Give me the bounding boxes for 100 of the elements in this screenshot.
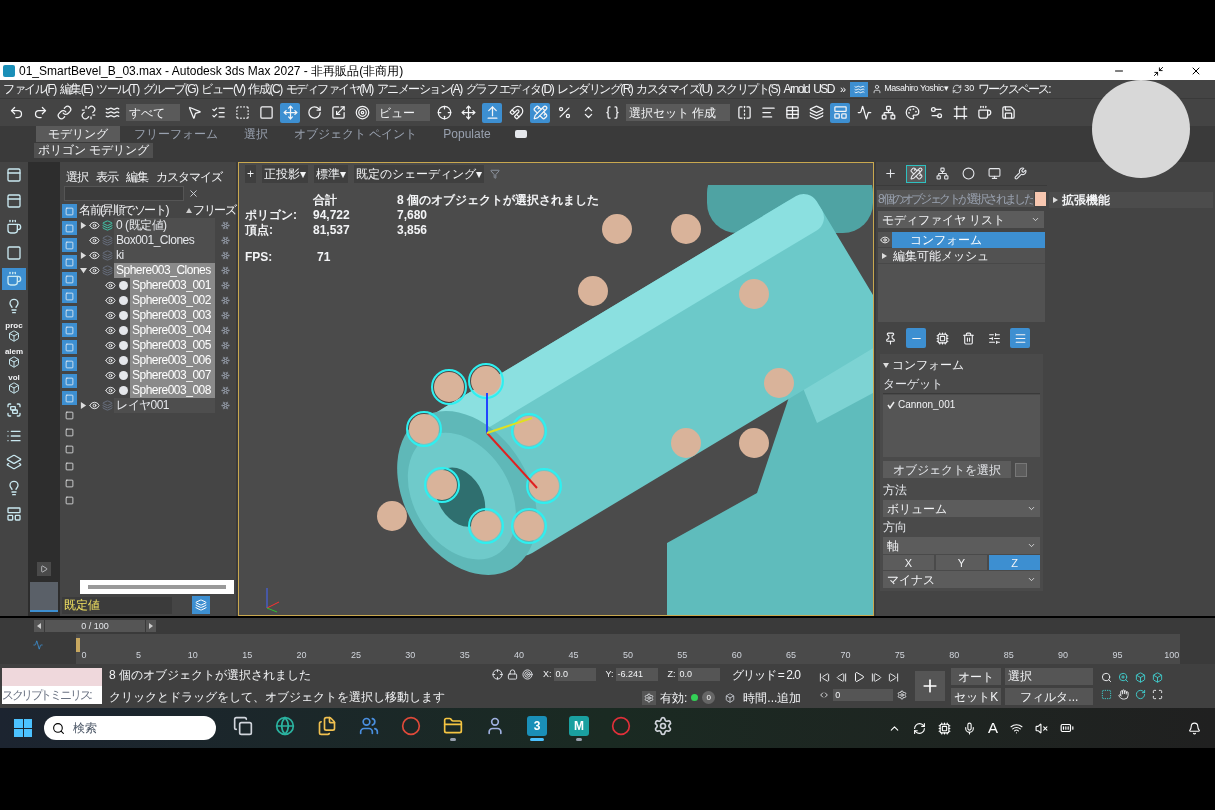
absolute-mode-icon[interactable]	[522, 669, 533, 680]
script-listener-field[interactable]: スクリプト ミニ リス:	[2, 686, 102, 704]
notification-count[interactable]: 30	[964, 82, 975, 96]
caret-icon[interactable]	[1031, 215, 1040, 224]
ribbon-tab[interactable]: オブジェクト ペイント	[282, 126, 430, 142]
microphone-icon[interactable]	[963, 721, 976, 735]
menu-item[interactable]: アニメーション(A)	[376, 80, 462, 98]
link-icon[interactable]	[54, 102, 74, 123]
menu-icon[interactable]	[1010, 328, 1030, 348]
extents-icon[interactable]	[1135, 672, 1147, 683]
coordinate-field[interactable]: 0.0	[677, 668, 720, 681]
eye-icon[interactable]	[89, 400, 100, 411]
filter-toggle[interactable]	[61, 255, 77, 269]
eye-icon[interactable]	[105, 355, 116, 366]
unlink-icon[interactable]	[78, 102, 98, 123]
filter-toggle[interactable]	[61, 306, 77, 320]
freeze-icon[interactable]	[221, 386, 230, 395]
expanded-arrow-icon[interactable]	[79, 267, 87, 274]
filter-toggle[interactable]	[61, 357, 77, 371]
sync-icon[interactable]	[850, 81, 869, 97]
user-name[interactable]: Masahiro Yoshic▾	[884, 82, 949, 96]
eye-icon[interactable]	[105, 310, 116, 321]
menu-item[interactable]: グループ(G)	[142, 80, 198, 98]
freeze-icon[interactable]	[221, 281, 230, 290]
tree-item[interactable]: Box001_Clones	[114, 233, 215, 248]
menu-item[interactable]: レンダリング(R)	[557, 80, 633, 98]
menu-item[interactable]: 編集(E)	[59, 80, 93, 98]
notification-icon[interactable]	[1188, 721, 1201, 735]
eye-icon[interactable]	[880, 234, 890, 245]
freeze-icon[interactable]	[221, 401, 230, 410]
menu-item[interactable]: グラフ エディタ(D)	[465, 80, 554, 98]
isolate-icon[interactable]	[492, 669, 503, 680]
direction-dropdown[interactable]: 軸	[887, 536, 899, 555]
caret-icon[interactable]	[1027, 504, 1036, 513]
ribbon-tab[interactable]: モデリング	[36, 126, 120, 142]
input-method-indicator[interactable]: A	[988, 716, 998, 740]
viewport-label[interactable]: 標準▾	[314, 165, 348, 183]
viewport-label[interactable]: 正投影▾	[262, 165, 308, 183]
frame-counter[interactable]: 0 / 100	[45, 620, 145, 632]
sync-icon[interactable]	[913, 721, 926, 735]
frame-field[interactable]: 0	[833, 689, 894, 701]
caret-icon[interactable]	[1027, 575, 1036, 584]
collapsed-arrow-icon[interactable]	[79, 252, 87, 259]
viewport-label[interactable]: +	[245, 165, 256, 183]
menu-item[interactable]: USD	[813, 80, 835, 98]
next-frame-icon[interactable]	[146, 620, 156, 632]
tree-item[interactable]: レイヤ001	[114, 398, 215, 413]
menu-item[interactable]: モディファイヤ(M)	[285, 80, 373, 98]
toolbar-dropdown[interactable]: 選択セット 作成	[626, 104, 730, 121]
checkbox[interactable]	[887, 400, 895, 409]
wifi-icon[interactable]	[1010, 721, 1023, 735]
explorer-menu-item[interactable]: カスタマイズ	[156, 168, 222, 184]
pick-object-button[interactable]: オブジェクトを選択	[883, 461, 1011, 478]
start-icon[interactable]	[14, 719, 32, 737]
eye-icon[interactable]	[105, 295, 116, 306]
layer-field[interactable]: 既定値	[62, 596, 172, 614]
app-tray-icon[interactable]	[938, 721, 951, 735]
caret-icon[interactable]	[1027, 541, 1036, 550]
play-icon[interactable]	[853, 671, 866, 683]
object-name-field[interactable]: 8 個のオブジェクトが選択されました	[877, 190, 1034, 207]
modifier-stack-item[interactable]: 編集可能メッシュ	[891, 247, 1045, 264]
toolbar-dropdown[interactable]: すべて	[126, 104, 180, 121]
filter-toggle[interactable]	[61, 340, 77, 354]
expanded-arrow-icon[interactable]	[883, 362, 889, 368]
explorer-menu-item[interactable]: 表示	[96, 168, 118, 184]
eye-icon[interactable]	[105, 280, 116, 291]
app-tile[interactable]: 3	[522, 711, 552, 745]
arrow-up-icon[interactable]	[482, 102, 502, 123]
curve-editor-icon[interactable]	[32, 640, 44, 650]
explorer-menu-item[interactable]: 編集	[126, 168, 148, 184]
counter-badge[interactable]: 0	[702, 691, 716, 704]
freeze-icon[interactable]	[221, 221, 230, 230]
go-to-end-icon[interactable]	[888, 671, 900, 683]
clear-icon[interactable]	[188, 187, 199, 199]
ribbon-tab[interactable]: フリーフォーム	[122, 126, 230, 142]
freeze-icon[interactable]	[221, 311, 230, 320]
restore-icon[interactable]	[1153, 65, 1164, 77]
eye-icon[interactable]	[105, 325, 116, 336]
more-menu-item[interactable]: »	[840, 80, 847, 98]
zoom-region-icon[interactable]	[1101, 689, 1113, 700]
previous-frame-icon[interactable]	[836, 671, 848, 683]
next-frame-icon[interactable]	[871, 671, 883, 683]
search-field[interactable]	[64, 185, 184, 201]
freeze-icon[interactable]	[221, 296, 230, 305]
filter-toggle[interactable]	[61, 391, 77, 405]
filter-toggle[interactable]	[61, 323, 77, 337]
extents-icon[interactable]	[1152, 672, 1164, 683]
ribbon-icon[interactable]	[830, 102, 850, 123]
axis-button[interactable]: X	[883, 555, 934, 570]
menu-item[interactable]: 作成(C)	[248, 80, 282, 98]
ribbon-toggle-icon[interactable]	[514, 130, 527, 138]
freeze-icon[interactable]	[221, 266, 230, 275]
pan-icon[interactable]	[1118, 689, 1130, 700]
filter-toggle[interactable]	[61, 289, 77, 303]
eye-icon[interactable]	[89, 250, 100, 261]
collapsed-arrow-icon[interactable]	[882, 252, 887, 259]
eye-icon[interactable]	[89, 265, 100, 276]
move-icon[interactable]	[280, 102, 300, 123]
layer-button[interactable]	[192, 596, 210, 614]
collapsed-arrow-icon[interactable]	[79, 222, 87, 229]
